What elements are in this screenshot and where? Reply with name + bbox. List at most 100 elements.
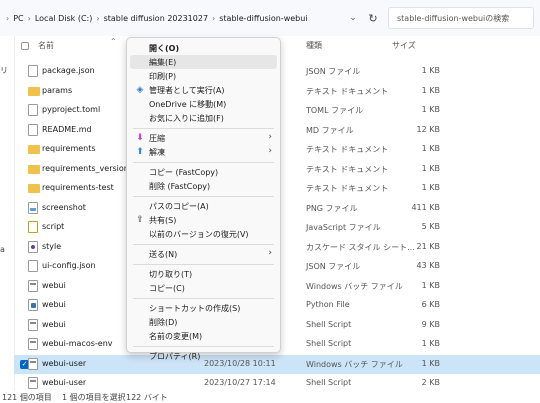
breadcrumb-item[interactable]: stable diffusion 20231027 (104, 14, 208, 23)
file-size: 1 KB (421, 85, 440, 95)
breadcrumb-item[interactable]: Local Disk (C:) (35, 14, 93, 23)
folder-file-icon (28, 164, 40, 174)
menu-item-label: 送る(N) (149, 250, 178, 259)
menu-item[interactable]: ⬇ 圧縮 › (130, 131, 277, 145)
file-name: requirements (42, 144, 96, 153)
breadcrumb-separator-icon[interactable]: › (6, 14, 9, 23)
file-name: README.md (42, 124, 92, 134)
file-type: テキスト ドキュメント (306, 184, 389, 193)
file-type: テキスト ドキュメント (306, 145, 389, 154)
context-menu: 開く(O) 編集(E) 印刷(P) ◈ 管理者として実行(A) OneDrive に移動(… (126, 37, 281, 361)
menu-item[interactable]: 送る(N) › (130, 247, 277, 261)
file-type: Shell Script (306, 378, 352, 387)
sort-up-icon: ⌃ (110, 37, 117, 46)
menu-item[interactable]: 以前のバージョンの復元(V) (130, 227, 277, 241)
address-dropdown-icon[interactable]: ⌄ (346, 8, 360, 28)
file-file-icon (28, 123, 38, 136)
file-file-icon (28, 104, 38, 116)
menu-item-label: 解凍 (149, 148, 165, 157)
menu-item[interactable]: ⇪ 共有(S) (130, 213, 277, 227)
py-file-icon (28, 299, 38, 311)
menu-item[interactable]: 編集(E) (130, 55, 277, 69)
file-type: Windows バッチ ファイル (306, 281, 403, 291)
header-type[interactable]: 種類 (306, 40, 322, 51)
bat-file-icon (28, 377, 38, 389)
file-type: Windows バッチ ファイル (306, 359, 403, 369)
menu-item-label: お気に入りに追加(F) (149, 114, 224, 123)
search-input[interactable]: stable-diffusion-webuiの検索 (388, 7, 534, 29)
menu-item-label: 名前の変更(M) (149, 332, 203, 341)
menu-item[interactable]: 名前の変更(M) (130, 329, 277, 343)
header-size[interactable]: サイズ (392, 40, 416, 51)
refresh-icon[interactable]: ↻ (366, 8, 380, 28)
file-name: script (42, 222, 65, 231)
menu-item[interactable]: 削除 (FastCopy) (130, 179, 277, 193)
menu-item-label: 開く(O) (149, 44, 180, 53)
file-type: JavaScript ファイル (306, 223, 381, 232)
menu-separator (133, 196, 274, 197)
address-bar: › PC › Local Disk (C:) › stable diffusion 202… (0, 0, 540, 36)
menu-item[interactable]: お気に入りに追加(F) (130, 111, 277, 125)
menu-item[interactable]: 切り取り(T) (130, 267, 277, 281)
menu-item-label: OneDrive に移動(M) (149, 100, 227, 109)
menu-item[interactable]: 印刷(P) (130, 69, 277, 83)
breadcrumb-separator-icon[interactable]: › (96, 14, 99, 23)
breadcrumb-item[interactable]: PC (13, 14, 23, 23)
img-file-icon (28, 201, 38, 214)
menu-separator (133, 298, 274, 299)
folder-file-icon (28, 86, 40, 96)
menu-item[interactable]: ◈ 管理者として実行(A) (130, 83, 277, 97)
file-name: webui-user (42, 378, 87, 387)
file-size: 43 KB (416, 261, 440, 270)
menu-separator (133, 346, 274, 347)
file-name: webui (42, 300, 66, 309)
menu-item[interactable]: プロパティ(R) (130, 349, 277, 363)
file-name: package.json (42, 66, 95, 75)
menu-item-label: 共有(S) (149, 216, 177, 225)
folder-file-icon (28, 145, 40, 154)
file-name: screenshot (42, 202, 86, 212)
breadcrumb-item[interactable]: stable-diffusion-webui (219, 14, 307, 23)
file-name: webui (42, 280, 66, 290)
file-size: 1 KB (421, 183, 440, 192)
nav-label[interactable]: a (0, 245, 5, 254)
file-type: カスケード スタイル シート... (306, 242, 415, 252)
menu-item-label: 編集(E) (149, 58, 177, 67)
file-file-icon (28, 260, 38, 272)
menu-item[interactable]: ⬆ 解凍 › (130, 145, 277, 159)
select-all-checkbox[interactable] (21, 42, 29, 50)
breadcrumb[interactable]: › PC › Local Disk (C:) › stable diffusion 202… (6, 7, 382, 29)
file-size: 1 KB (421, 66, 440, 75)
header-name[interactable]: 名前 (38, 40, 54, 51)
menu-item[interactable]: コピー(C) (130, 281, 277, 295)
file-type: PNG ファイル (306, 203, 358, 213)
file-name: requirements_versions (42, 163, 133, 173)
menu-item-label: コピー (FastCopy) (149, 168, 219, 177)
zip-icon: ⬇ (136, 133, 144, 143)
file-size: 5 KB (421, 222, 440, 231)
menu-item-label: 削除 (FastCopy) (149, 182, 211, 191)
status-item-count: 121 個の項目 (2, 393, 52, 402)
menu-item-label: 削除(D) (149, 318, 178, 327)
nav-label[interactable]: リ (0, 65, 8, 76)
breadcrumb-separator-icon[interactable]: › (28, 14, 31, 23)
file-size: 1 KB (421, 144, 440, 153)
shield-icon: ◈ (136, 85, 144, 95)
menu-item[interactable]: 削除(D) (130, 315, 277, 329)
menu-item[interactable]: コピー (FastCopy) (130, 165, 277, 179)
breadcrumb-separator-icon[interactable]: › (212, 14, 215, 23)
menu-item[interactable]: パスのコピー(A) (130, 199, 277, 213)
file-size: 9 KB (421, 319, 440, 329)
file-row[interactable]: ✓ webui-user 2023/10/28 10:11 Windows バッチ フ… (14, 354, 540, 374)
file-name: requirements-test (42, 183, 114, 192)
extract-icon: ⬆ (136, 147, 144, 157)
menu-item[interactable]: OneDrive に移動(M) (130, 97, 277, 111)
menu-item-label: ショートカットの作成(S) (149, 304, 241, 313)
menu-item[interactable]: 開く(O) (130, 41, 277, 55)
file-type: Shell Script (306, 319, 352, 329)
folder-file-icon (28, 184, 40, 193)
menu-item-label: 以前のバージョンの復元(V) (149, 230, 249, 239)
menu-item[interactable]: ショートカットの作成(S) (130, 301, 277, 315)
file-name: webui-user (42, 358, 87, 368)
file-date: 2023/10/27 17:14 (204, 378, 276, 387)
